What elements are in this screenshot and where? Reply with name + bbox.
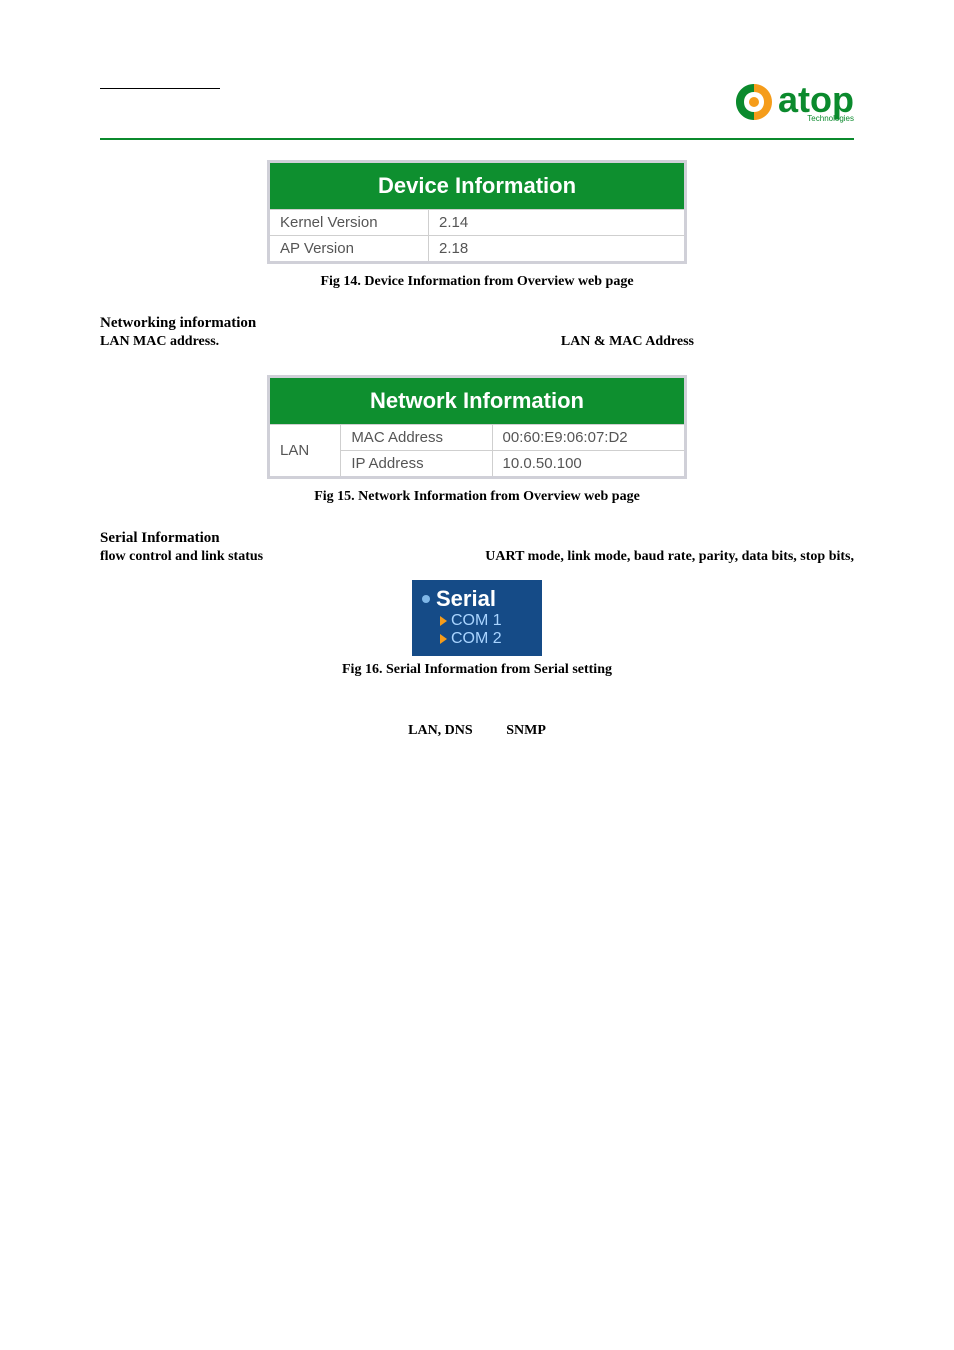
kernel-version-label: Kernel Version xyxy=(269,210,429,236)
mac-address-label: MAC Address xyxy=(341,425,492,451)
header-underline xyxy=(100,88,220,89)
ip-address-value: 10.0.50.100 xyxy=(492,451,685,478)
lan-mac-address-label: LAN & MAC Address xyxy=(561,334,694,350)
lan-group-label: LAN xyxy=(269,425,341,478)
networking-heading: Networking information xyxy=(100,315,854,332)
header-divider xyxy=(100,138,854,140)
serial-menu-title[interactable]: Serial xyxy=(422,586,532,612)
serial-item-label: COM 2 xyxy=(451,630,502,648)
table-row: LAN MAC Address 00:60:E9:06:07:D2 xyxy=(269,425,686,451)
triangle-icon xyxy=(440,616,447,626)
bullet-icon xyxy=(422,595,430,603)
device-information-table: Device Information Kernel Version 2.14 A… xyxy=(267,160,687,264)
table-row: AP Version 2.18 xyxy=(269,236,686,263)
network-info-header: Network Information xyxy=(269,377,686,425)
kernel-version-value: 2.14 xyxy=(429,210,686,236)
table-row: Kernel Version 2.14 xyxy=(269,210,686,236)
serial-item-label: COM 1 xyxy=(451,612,502,630)
fig14-caption: Fig 14. Device Information from Overview… xyxy=(100,274,854,290)
serial-heading: Serial Information xyxy=(100,530,854,547)
lan-mac-sub: LAN MAC address. xyxy=(100,334,219,350)
network-information-table: Network Information LAN MAC Address 00:6… xyxy=(267,375,687,479)
ap-version-label: AP Version xyxy=(269,236,429,263)
serial-sub: flow control and link status xyxy=(100,549,263,565)
serial-menu: Serial COM 1 COM 2 xyxy=(412,580,542,656)
serial-item-com1[interactable]: COM 1 xyxy=(422,612,532,630)
serial-title-text: Serial xyxy=(436,586,496,612)
snmp-label: SNMP xyxy=(506,723,546,738)
bottom-labels: LAN, DNS SNMP xyxy=(100,723,854,739)
device-info-header: Device Information xyxy=(269,162,686,210)
logo-mark-icon xyxy=(732,80,776,124)
ip-address-label: IP Address xyxy=(341,451,492,478)
fig15-caption: Fig 15. Network Information from Overvie… xyxy=(100,489,854,505)
serial-item-com2[interactable]: COM 2 xyxy=(422,630,532,648)
lan-dns-label: LAN, DNS xyxy=(408,723,473,738)
triangle-icon xyxy=(440,634,447,644)
fig16-caption: Fig 16. Serial Information from Serial s… xyxy=(100,662,854,678)
logo: atop Technologies xyxy=(732,80,854,124)
logo-text: atop xyxy=(778,82,854,118)
ap-version-value: 2.18 xyxy=(429,236,686,263)
mac-address-value: 00:60:E9:06:07:D2 xyxy=(492,425,685,451)
serial-params-label: UART mode, link mode, baud rate, parity,… xyxy=(485,549,854,565)
